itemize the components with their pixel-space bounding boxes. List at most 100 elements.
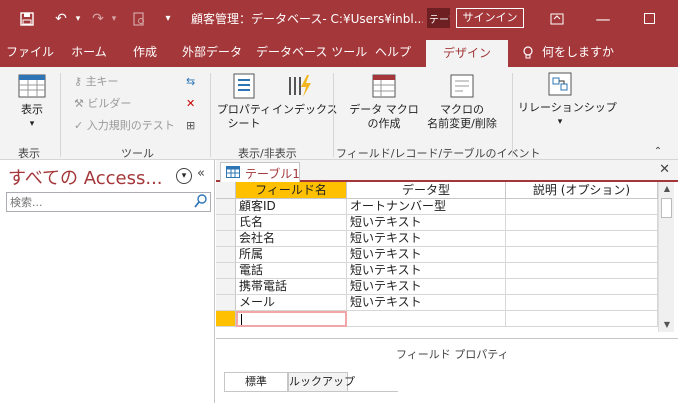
redo-dropdown-icon[interactable]: ▾ [108,0,120,37]
field-name-cell[interactable]: 会社名 [236,231,347,247]
test-validation-rules-button[interactable]: ✓ 入力規則のテスト [74,119,175,133]
indexes-label: インデックス [272,103,338,116]
close-document-icon[interactable]: ✕ [659,162,670,177]
field-name-cell[interactable]: 氏名 [236,215,347,231]
group-label-show-hide: 表示/非表示 [238,147,297,160]
rename-delete-macro-button[interactable]: マクロの 名前変更/削除 [416,73,508,141]
row-selector[interactable] [216,247,236,263]
vertical-scrollbar[interactable]: ▲ ▼ [658,182,674,332]
primary-key-button[interactable]: ⚷ 主キー [74,75,119,89]
new-description-cell[interactable] [506,311,658,327]
data-type-cell[interactable]: 短いテキスト [347,215,506,231]
new-data-type-cell[interactable] [347,311,506,327]
undo-dropdown-icon[interactable]: ▾ [72,0,84,37]
field-name-cell[interactable]: メール [236,295,347,311]
group-label-tools: ツール [121,147,154,160]
row-selector[interactable] [216,279,236,295]
insert-rows-icon[interactable]: ⇆ [186,75,195,89]
pane-divider [216,338,678,339]
tab-lookup[interactable]: ルックアップ [288,372,355,392]
description-cell[interactable] [506,199,658,215]
description-cell[interactable] [506,247,658,263]
tab-general[interactable]: 標準 [224,372,288,392]
description-cell[interactable] [506,263,658,279]
undo-icon[interactable]: ↶ [50,0,72,37]
modify-lookups-icon[interactable]: ⊞ [186,119,195,133]
print-preview-icon[interactable] [128,0,150,37]
new-row-selector[interactable] [216,311,236,327]
row-selector[interactable] [216,215,236,231]
signin-button[interactable]: サインイン [456,8,524,28]
tab-create[interactable]: 作成 [122,37,168,67]
customize-qat-icon[interactable]: ▾ [160,0,176,37]
nav-pane-title[interactable]: すべての Access... [8,164,163,190]
wand-icon: ⚒ [74,97,84,110]
view-dropdown-icon: ▾ [29,119,35,129]
relationships-dropdown-icon: ▾ [557,117,563,127]
save-icon[interactable] [16,0,38,37]
minimize-icon[interactable]: — [580,0,626,37]
data-macro-label-2: の作成 [367,117,401,130]
group-separator [60,73,61,157]
relationships-icon [548,72,572,96]
new-field-name-cell[interactable] [236,311,347,327]
nav-menu-dropdown-icon[interactable]: ▾ [176,168,192,184]
property-sheet-button[interactable]: プロパティ シート [216,73,272,141]
tab-file[interactable]: ファイル [4,37,56,67]
data-type-cell[interactable]: オートナンバー型 [347,199,506,215]
navigation-pane: すべての Access... ▾ « [0,160,215,403]
row-selector[interactable] [216,295,236,311]
search-icon[interactable] [194,194,207,211]
data-type-cell[interactable]: 短いテキスト [347,279,506,295]
collapse-ribbon-icon[interactable]: ⌃ [650,145,666,159]
tab-external-data[interactable]: 外部データ [172,37,252,67]
relationships-label: リレーションシップ [518,101,617,114]
description-cell[interactable] [506,295,658,311]
data-type-cell[interactable]: 短いテキスト [347,263,506,279]
field-name-cell[interactable]: 携帯電話 [236,279,347,295]
tab-design[interactable]: デザイン [426,40,508,67]
redo-icon[interactable]: ↷ [88,0,108,37]
field-name-cell[interactable]: 顧客ID [236,199,347,215]
tab-home[interactable]: ホーム [64,37,114,67]
data-type-cell[interactable]: 短いテキスト [347,295,506,311]
description-cell[interactable] [506,231,658,247]
tab-help[interactable]: ヘルプ [368,37,418,67]
row-selector[interactable] [216,231,236,247]
description-cell[interactable] [506,279,658,295]
field-properties-title: フィールド プロパティ [396,348,509,361]
tell-me-search[interactable]: 何をしますか [540,37,616,67]
row-selector[interactable] [216,263,236,279]
text-cursor [241,314,242,325]
create-data-macro-button[interactable]: データ マクロ の作成 [346,73,422,141]
maximize-icon[interactable] [626,0,672,37]
scroll-up-icon[interactable]: ▲ [659,184,675,193]
access-window: ↶ ▾ ↷ ▾ ▾ 顧客管理：データベース- C:¥Users¥inbl... … [0,0,678,403]
tab-table1[interactable]: テーブル1 [220,162,300,182]
builder-button[interactable]: ⚒ ビルダー [74,97,131,111]
row-selector[interactable] [216,199,236,215]
shutter-bar-close-icon[interactable]: « [197,166,205,181]
tab-database-tools[interactable]: データベース ツール [256,37,367,67]
nav-search-input[interactable] [7,193,187,211]
delete-rows-icon[interactable]: ✕ [186,97,195,111]
table1-tab-label: テーブル1 [245,167,300,181]
column-header-description[interactable]: 説明 (オプション) [506,182,658,199]
data-type-cell[interactable]: 短いテキスト [347,231,506,247]
primary-key-label: 主キー [85,75,119,88]
data-type-cell[interactable]: 短いテキスト [347,247,506,263]
ribbon-display-options-icon[interactable] [534,0,580,37]
relationships-button[interactable]: リレーションシップ ▾ [518,71,617,139]
scrollbar-thumb[interactable] [661,198,672,218]
description-cell[interactable] [506,215,658,231]
lightbulb-icon[interactable] [520,37,536,67]
field-name-cell[interactable]: 電話 [236,263,347,279]
column-header-field-name[interactable]: フィールド名 [236,182,347,199]
scroll-down-icon[interactable]: ▼ [659,320,675,329]
grid-corner[interactable] [216,182,236,199]
indexes-button[interactable]: インデックス [272,73,338,141]
field-name-cell[interactable]: 所属 [236,247,347,263]
view-button[interactable]: 表示 ▾ [14,73,50,141]
column-header-data-type[interactable]: データ型 [347,182,506,199]
builder-label: ビルダー [87,97,132,110]
